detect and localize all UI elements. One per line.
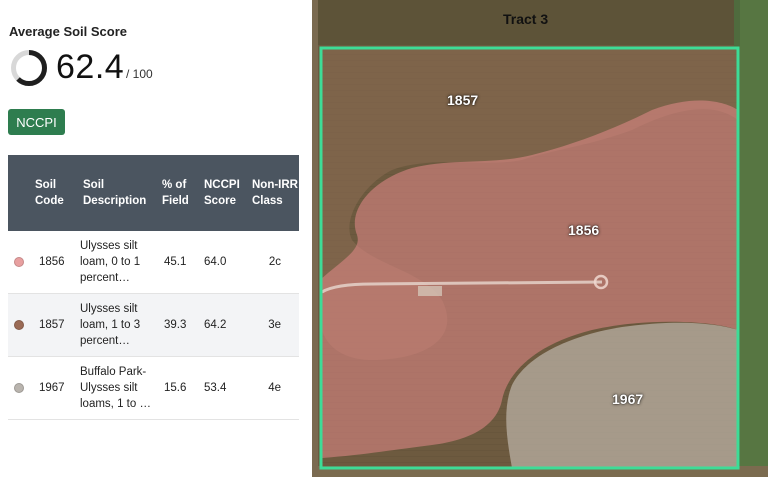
table-row[interactable]: 1967 Buffalo Park-Ulysses silt loams, 1 …	[8, 357, 299, 420]
farmstead-building	[418, 286, 442, 296]
percent-of-field-header[interactable]: % of Field	[160, 155, 201, 231]
soil-code-header[interactable]: Soil Code	[33, 155, 80, 231]
nccpi-score-cell: 53.4	[204, 382, 227, 394]
satellite-map[interactable]: Tract 3 1857 1856 1967	[312, 0, 768, 477]
nccpi-toggle-button[interactable]: NCCPI	[8, 109, 65, 135]
soil-table-header: Soil Code Soil Description % of Field NC…	[8, 155, 299, 231]
non-irr-class-cell: 3e	[268, 319, 281, 331]
zone-label-1856: 1856	[568, 222, 600, 238]
average-soil-score-title: Average Soil Score	[9, 24, 128, 39]
soil-code-cell: 1967	[39, 382, 65, 394]
score-ring-gauge	[11, 50, 47, 86]
score-max-label: / 100	[126, 67, 153, 81]
percent-of-field-cell: 45.1	[164, 256, 187, 268]
average-score-value: 62.4	[56, 48, 125, 86]
soil-color-swatch	[14, 383, 24, 393]
zone-label-1857: 1857	[447, 92, 479, 108]
soil-table: Soil Code Soil Description % of Field NC…	[8, 155, 299, 420]
soil-description-cell: Buffalo Park-Ulysses silt loams, 1 to …	[80, 366, 151, 410]
soil-description-cell: Ulysses silt loam, 1 to 3 percent…	[80, 303, 141, 347]
soil-code-cell: 1856	[39, 256, 65, 268]
soil-color-swatch	[14, 257, 24, 267]
soil-code-cell: 1857	[39, 319, 65, 331]
soil-summary-panel: Average Soil Score 62.4 / 100 NCCPI Soil…	[0, 0, 312, 477]
nccpi-score-cell: 64.0	[204, 256, 227, 268]
tract-label: Tract 3	[503, 11, 549, 27]
color-column-header	[8, 155, 33, 231]
percent-of-field-cell: 39.3	[164, 319, 187, 331]
non-irr-class-header[interactable]: Non-IRR Class	[250, 155, 299, 231]
nccpi-score-header[interactable]: NCCPI Score	[201, 155, 250, 231]
table-row[interactable]: 1857 Ulysses silt loam, 1 to 3 percent… …	[8, 294, 299, 357]
soil-description-header[interactable]: Soil Description	[80, 155, 160, 231]
nccpi-score-cell: 64.2	[204, 319, 227, 331]
map-canvas[interactable]	[312, 0, 768, 477]
soil-color-swatch	[14, 320, 24, 330]
non-irr-class-cell: 4e	[268, 382, 281, 394]
table-row[interactable]: 1856 Ulysses silt loam, 0 to 1 percent… …	[8, 231, 299, 294]
zone-label-1967: 1967	[612, 391, 644, 407]
percent-of-field-cell: 15.6	[164, 382, 187, 394]
soil-description-cell: Ulysses silt loam, 0 to 1 percent…	[80, 240, 141, 284]
non-irr-class-cell: 2c	[268, 256, 281, 268]
